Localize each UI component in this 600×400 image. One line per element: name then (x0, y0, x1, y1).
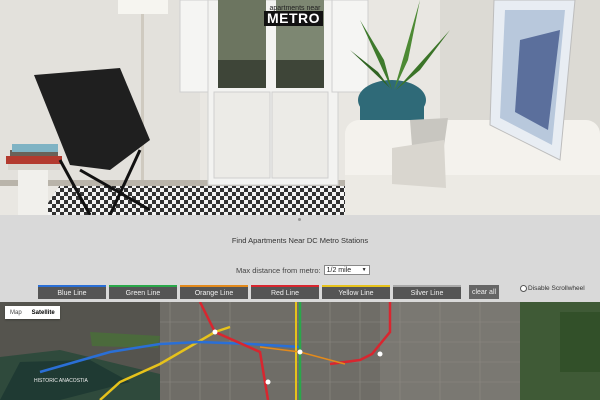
yellow-line-button[interactable]: Yellow Line (322, 285, 390, 299)
distance-selected-value: 1/2 mile (326, 266, 352, 274)
silver-line-button[interactable]: Silver Line (393, 285, 461, 299)
hero-image: apartments near METRO (0, 0, 600, 215)
blue-line-label: Blue Line (57, 289, 87, 297)
page-headline: Find Apartments Near DC Metro Stations (231, 236, 369, 245)
distance-select[interactable]: 1/2 mile ▼ (323, 265, 370, 275)
red-line-label: Red Line (270, 289, 300, 297)
disable-scrollwheel-toggle[interactable]: Disable Scrollwheel (520, 285, 585, 292)
orange-line-button[interactable]: Orange Line (180, 285, 248, 299)
distance-filter: Max distance from metro: 1/2 mile ▼ (236, 265, 370, 275)
scrollwheel-checkbox[interactable] (520, 285, 527, 292)
metro-map[interactable]: HISTORIC ANACOSTIA (0, 302, 600, 400)
map-type-map-button[interactable]: Map (5, 306, 27, 319)
clear-all-button[interactable]: clear all (469, 285, 499, 299)
silver-line-label: Silver Line (410, 289, 444, 297)
red-line-button[interactable]: Red Line (251, 285, 319, 299)
map-type-satellite-button[interactable]: Satellite (27, 306, 60, 319)
scrollwheel-label: Disable Scrollwheel (528, 285, 585, 292)
yellow-line-label: Yellow Line (338, 289, 374, 297)
site-logo[interactable]: apartments near METRO (252, 0, 338, 52)
clear-all-label: clear all (471, 288, 497, 296)
green-line-label: Green Line (125, 289, 161, 297)
blue-line-button[interactable]: Blue Line (38, 285, 106, 299)
satellite-map-tiles: HISTORIC ANACOSTIA (0, 302, 600, 400)
map-label-historic-anacostia: HISTORIC ANACOSTIA (34, 378, 88, 384)
map-button-label: Map (10, 309, 22, 316)
distance-label: Max distance from metro: (236, 265, 321, 275)
chevron-down-icon: ▼ (361, 267, 367, 273)
green-line-button[interactable]: Green Line (109, 285, 177, 299)
logo-metro-text: METRO (264, 11, 324, 26)
satellite-button-label: Satellite (31, 309, 55, 316)
carousel-dot[interactable] (298, 218, 301, 221)
map-type-control: Map Satellite (5, 306, 60, 319)
orange-line-label: Orange Line (194, 289, 234, 297)
